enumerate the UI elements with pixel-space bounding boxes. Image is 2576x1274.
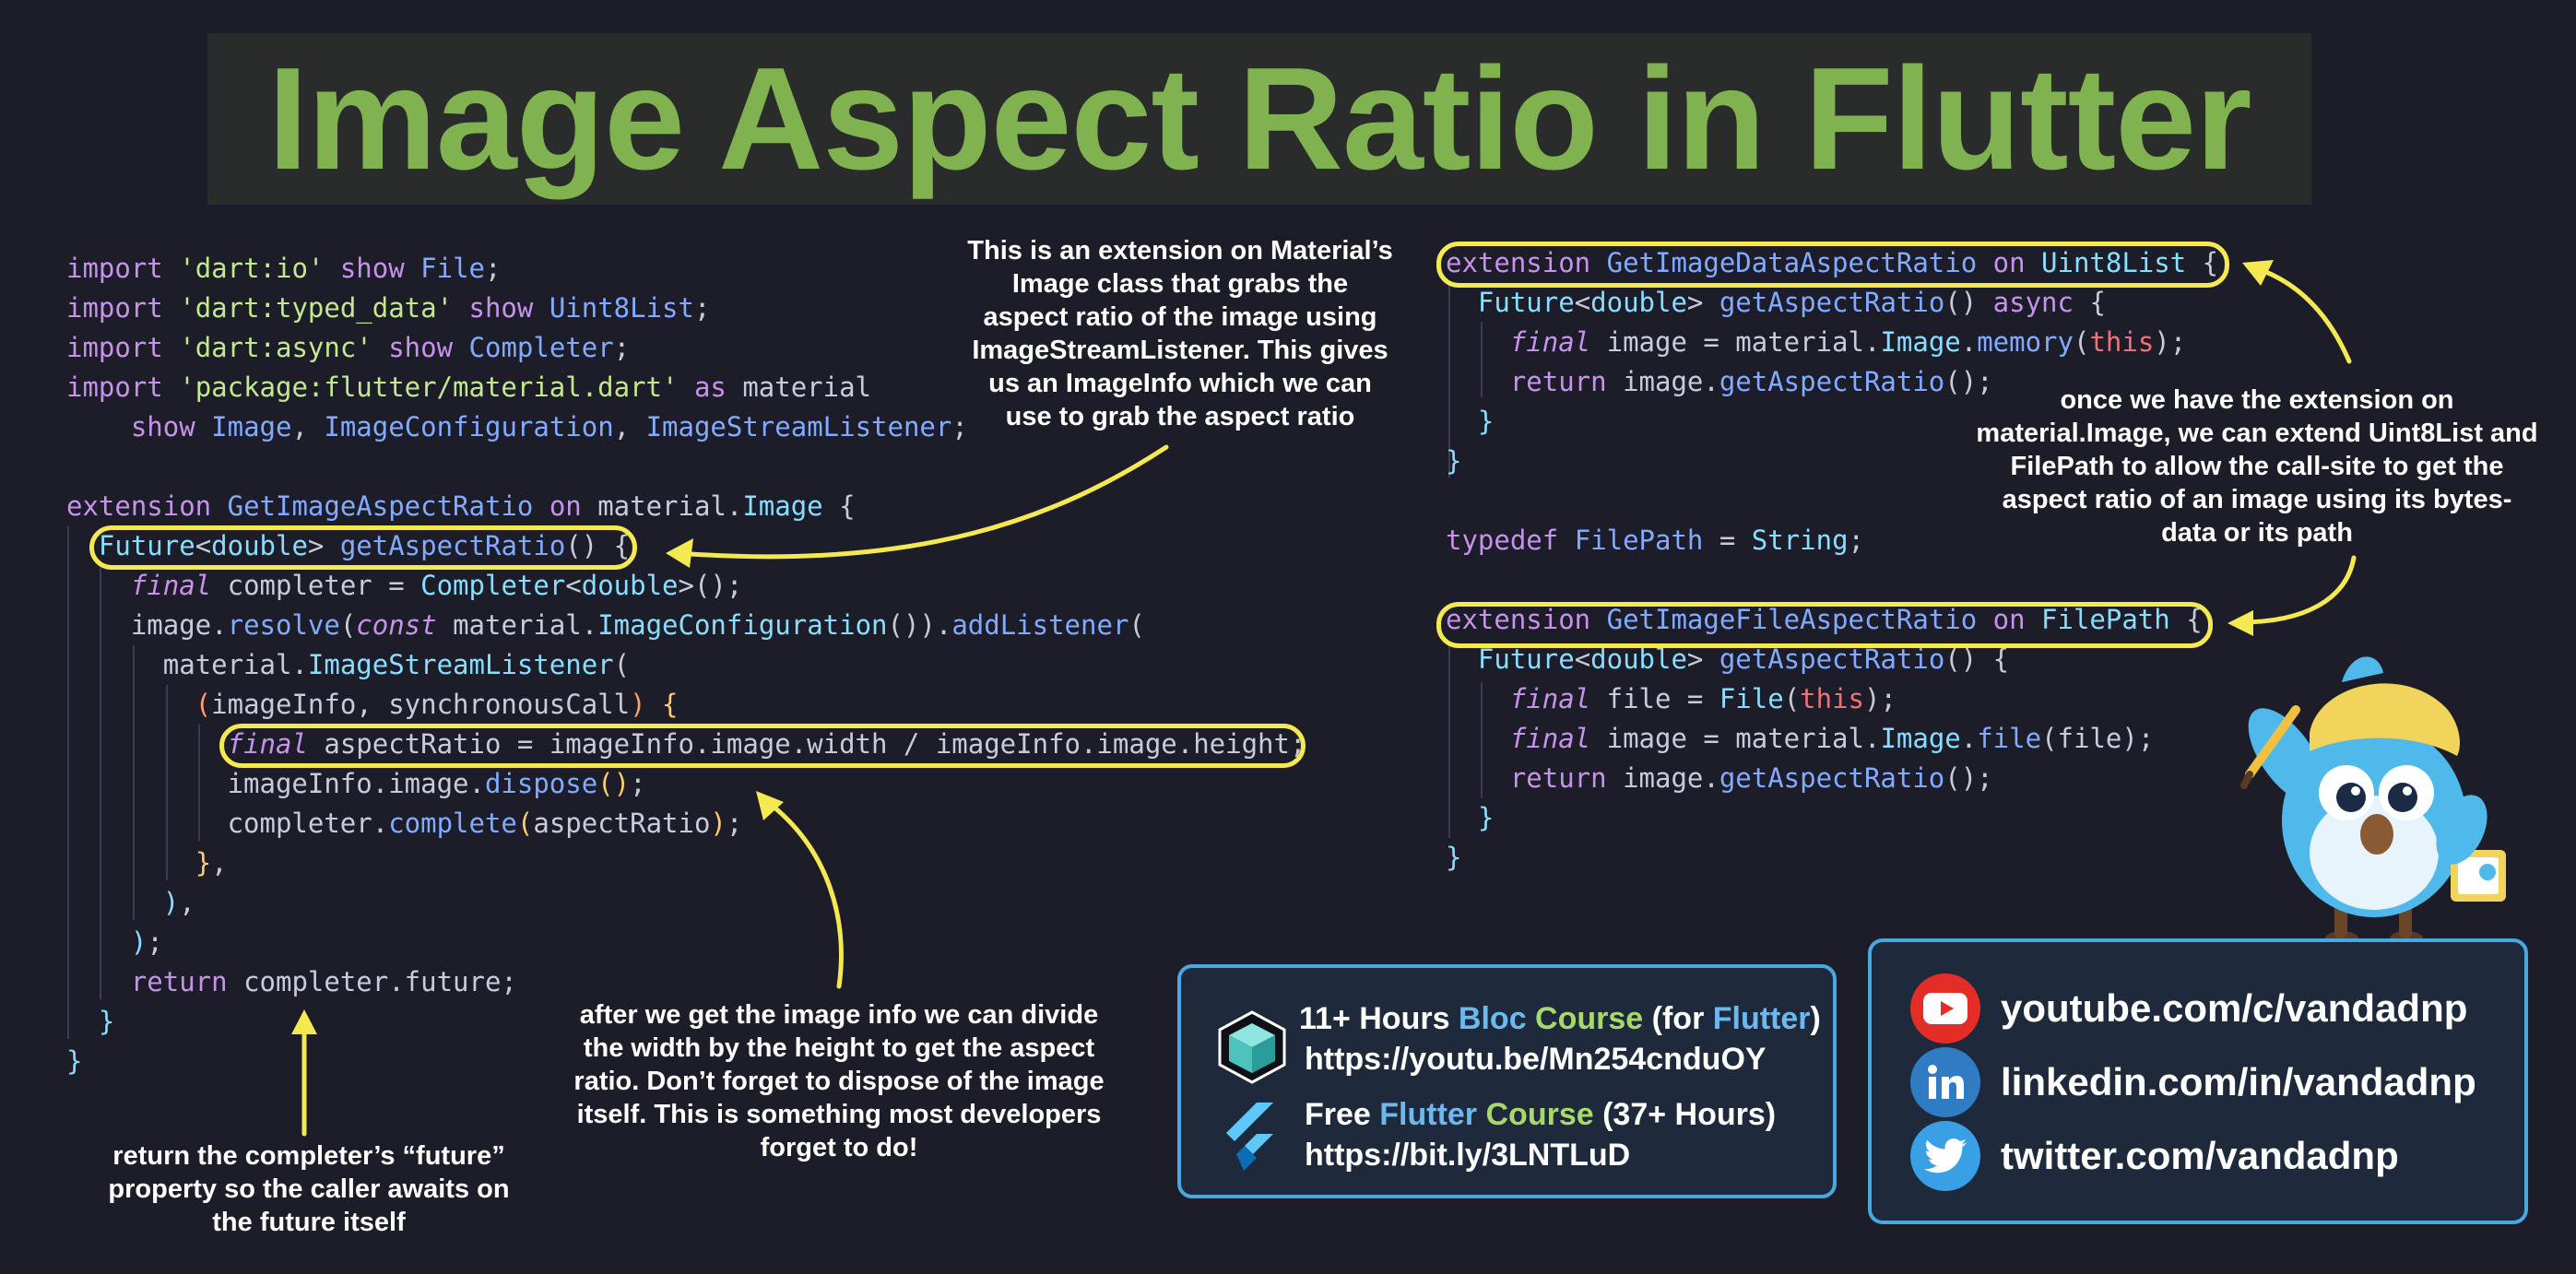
arrowhead [2227, 610, 2253, 636]
youtube-link[interactable]: youtube.com/c/vandadnp [2001, 986, 2467, 1031]
note-divide-width-height: after we get the image info we can divid… [573, 1000, 1105, 1162]
linkedin-link[interactable]: linkedin.com/in/vandadnp [2001, 1060, 2476, 1104]
bloc-cube-icon [1218, 1010, 1286, 1084]
social-links-panel: youtube.com/c/vandadnp linkedin.com/in/v… [1868, 938, 2528, 1224]
social-twitter[interactable]: twitter.com/vandadnp [1910, 1121, 2399, 1191]
bloc-course-link[interactable]: https://youtu.be/Mn254cnduOY [1305, 1040, 1767, 1079]
note-return-future: return the completer’s “future” property… [108, 1141, 510, 1237]
dash-mascot-icon [2240, 656, 2506, 946]
flutter-course-title: Free Flutter Course (37+ Hours) [1305, 1097, 1777, 1132]
note-extension-material: This is an extension on Material’s Image… [967, 236, 1393, 431]
twitter-icon [1910, 1121, 1980, 1191]
bloc-course-title: 11+ Hours Bloc Course (for Flutter) [1299, 1001, 1821, 1036]
arrowhead [756, 791, 784, 820]
youtube-icon [1910, 973, 1980, 1044]
arrowhead [291, 1009, 317, 1034]
flutter-course-link[interactable]: https://bit.ly/3LNTLuD [1305, 1136, 1630, 1174]
arrow-to-aspect-ratio-line [762, 797, 844, 989]
arrowhead [666, 538, 693, 568]
social-linkedin[interactable]: linkedin.com/in/vandadnp [1910, 1047, 2476, 1117]
arrow-to-get-aspect-ratio [675, 444, 1169, 560]
arrow-to-filepath [2238, 555, 2357, 625]
flutter-logo-icon [1226, 1103, 1273, 1171]
note-extend-uint8list: once we have the extension on material.I… [1976, 385, 2538, 548]
twitter-link[interactable]: twitter.com/vandadnp [2001, 1134, 2399, 1178]
course-promo-panel: 11+ Hours Bloc Course (for Flutter) http… [1177, 964, 1837, 1198]
arrow-to-uint8list [2256, 266, 2352, 364]
linkedin-icon [1910, 1047, 1980, 1117]
social-youtube[interactable]: youtube.com/c/vandadnp [1910, 973, 2467, 1044]
